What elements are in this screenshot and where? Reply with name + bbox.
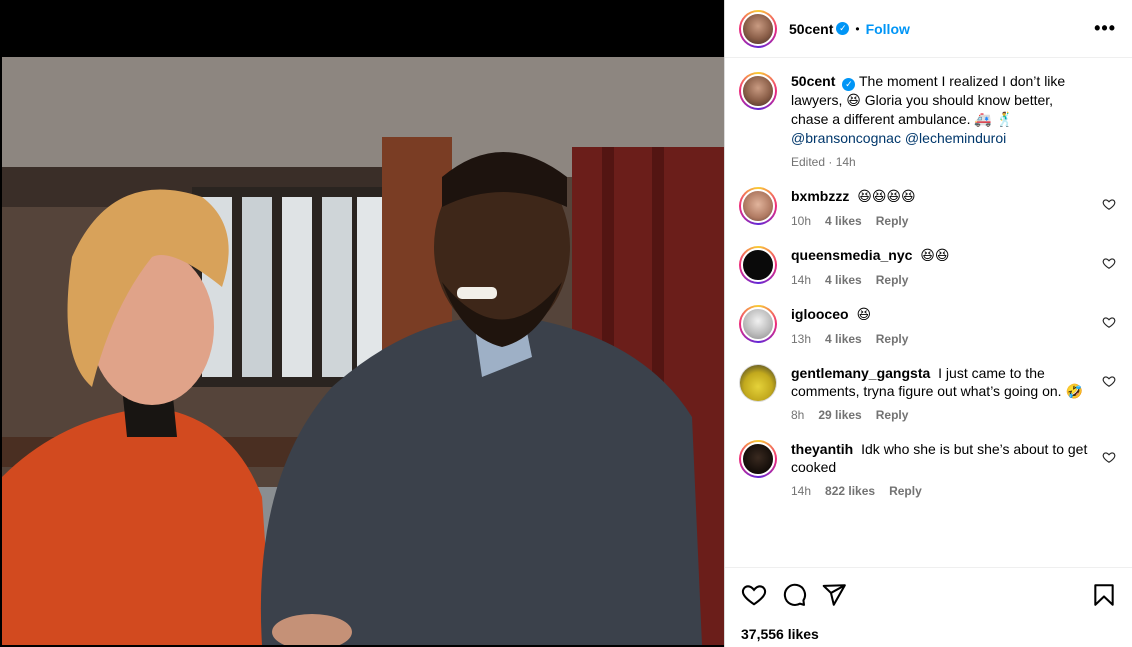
commenter-username[interactable]: queensmedia_nyc	[791, 247, 912, 263]
commenter-avatar[interactable]	[739, 246, 777, 284]
caption-username[interactable]: 50cent	[791, 73, 835, 89]
heart-icon[interactable]	[741, 582, 767, 608]
caption-emoji: 😆	[846, 93, 861, 109]
mention-link[interactable]: @bransoncognac	[791, 130, 901, 146]
comment-time: 14h	[791, 273, 812, 287]
reply-button[interactable]: Reply	[876, 408, 909, 422]
reply-button[interactable]: Reply	[876, 332, 909, 346]
comment-text: 😆😆	[920, 248, 950, 264]
comment-like-heart-icon[interactable]	[1102, 374, 1116, 388]
comment-likes[interactable]: 4 likes	[825, 214, 862, 228]
comments-list[interactable]: 50cent ✓ The moment I realized I don’t li…	[725, 58, 1132, 567]
comment-icon[interactable]	[781, 582, 807, 608]
bookmark-icon[interactable]	[1091, 582, 1117, 608]
comment-like-heart-icon[interactable]	[1102, 197, 1116, 211]
comment-item: theyantih Idk who she is but she’s about…	[739, 440, 1116, 498]
post-actions: 37,556 likes	[725, 567, 1132, 647]
comment-text: 😆😆😆😆	[857, 189, 916, 205]
caption-emoji-2: 🚑 🕺	[974, 112, 1014, 128]
edited-timestamp: Edited · 14h	[791, 155, 856, 169]
comment-time: 8h	[791, 408, 805, 422]
photo-illustration	[2, 57, 724, 645]
commenter-avatar[interactable]	[739, 305, 777, 343]
comment-item: iglooceo 😆 13h 4 likes Reply	[739, 305, 1116, 346]
post-header: 50cent ✓ • Follow •••	[725, 0, 1132, 58]
comment-time: 13h	[791, 332, 812, 346]
post-caption: 50cent ✓ The moment I realized I don’t li…	[739, 72, 1116, 169]
comment-time: 10h	[791, 214, 812, 228]
commenter-username[interactable]: iglooceo	[791, 306, 849, 322]
more-options-icon[interactable]: •••	[1094, 18, 1116, 39]
reply-button[interactable]: Reply	[876, 273, 909, 287]
verified-badge-icon: ✓	[842, 78, 856, 91]
comment-like-heart-icon[interactable]	[1102, 256, 1116, 270]
post-detail-panel: 50cent ✓ • Follow ••• 50cent ✓ The moment…	[724, 0, 1132, 647]
mention-link[interactable]: @lecheminduroi	[905, 130, 1006, 146]
author-avatar[interactable]	[739, 9, 777, 48]
reply-button[interactable]: Reply	[889, 484, 922, 498]
commenter-username[interactable]: bxmbzzz	[791, 188, 849, 204]
post-photo[interactable]	[2, 57, 724, 645]
author-username[interactable]: 50cent	[789, 21, 833, 37]
comment-likes[interactable]: 29 likes	[818, 408, 861, 422]
author-avatar[interactable]	[739, 72, 777, 110]
comment-item: gentlemany_gangsta I just came to the co…	[739, 364, 1116, 422]
comment-likes[interactable]: 822 likes	[825, 484, 875, 498]
like-count[interactable]: 37,556 likes	[741, 626, 1117, 642]
post-media	[0, 0, 724, 647]
comment-item: queensmedia_nyc 😆😆 14h 4 likes Reply	[739, 246, 1116, 287]
comment-likes[interactable]: 4 likes	[825, 273, 862, 287]
separator-dot: •	[855, 21, 860, 36]
verified-badge-icon: ✓	[836, 22, 850, 35]
reply-button[interactable]: Reply	[876, 214, 909, 228]
commenter-avatar[interactable]	[739, 440, 777, 478]
commenter-username[interactable]: theyantih	[791, 441, 853, 457]
commenter-avatar[interactable]	[739, 187, 777, 225]
commenter-avatar[interactable]	[739, 364, 777, 402]
caption-meta: Edited · 14h	[791, 155, 1088, 169]
follow-button[interactable]: Follow	[866, 21, 910, 37]
comment-time: 14h	[791, 484, 812, 498]
share-icon[interactable]	[821, 582, 847, 608]
comment-text: 😆	[856, 307, 872, 323]
commenter-username[interactable]: gentlemany_gangsta	[791, 365, 930, 381]
comment-likes[interactable]: 4 likes	[825, 332, 862, 346]
comment-like-heart-icon[interactable]	[1102, 315, 1116, 329]
comment-like-heart-icon[interactable]	[1102, 450, 1116, 464]
comment-item: bxmbzzz 😆😆😆😆 10h 4 likes Reply	[739, 187, 1116, 228]
